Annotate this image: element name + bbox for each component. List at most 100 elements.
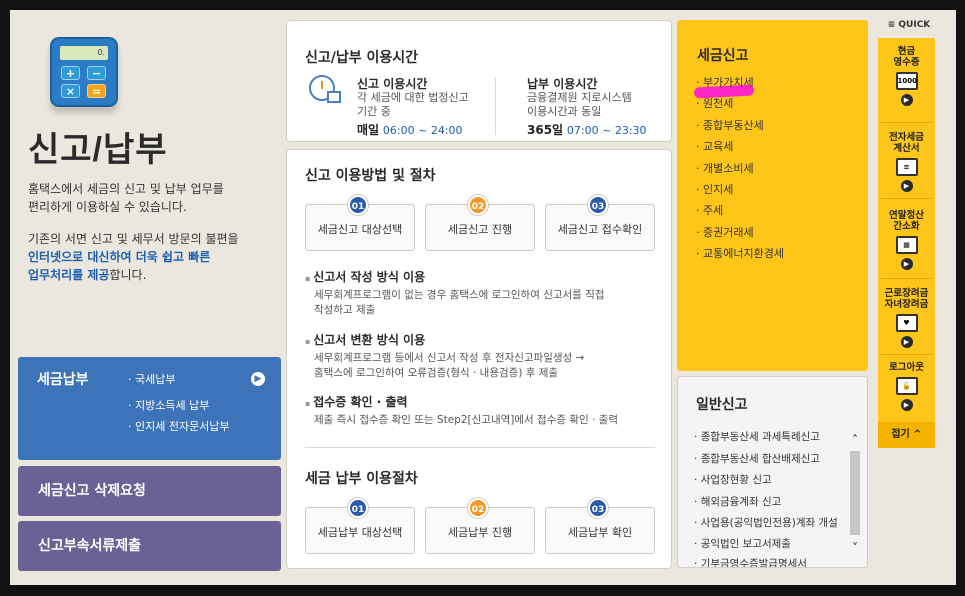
quick-year-end-settlement[interactable]: 연말정산 간소화 ▦ ▶ bbox=[878, 210, 935, 270]
intro-line: 업무처리를 제공합니다. bbox=[28, 266, 278, 284]
general-item[interactable]: 해외금융계좌 신고 bbox=[694, 494, 782, 509]
intro-text: 홈택스에서 세금의 신고 및 납부 업무를 편리하게 이용하실 수 있습니다. bbox=[28, 180, 278, 216]
arrow-right-icon[interactable]: ▶ bbox=[251, 372, 265, 386]
report-procedure-title: 신고 이용방법 및 절차 bbox=[305, 168, 436, 184]
quick-label: 현금 bbox=[897, 46, 916, 57]
scrollbar-thumb[interactable] bbox=[850, 451, 860, 535]
tax-payment-title: 세금납부 bbox=[37, 372, 89, 388]
chevron-down-icon[interactable]: ˅ bbox=[848, 541, 862, 555]
pay-time-hours: 365일 07:00 ~ 23:30 bbox=[527, 121, 647, 138]
quick-collapse-button[interactable]: 접기 ^ bbox=[878, 422, 935, 448]
report-time-line: 기간 중 bbox=[357, 105, 391, 118]
general-item[interactable]: 종합부동산세 과세특례신고 bbox=[694, 429, 820, 444]
intro-highlight: 업무처리를 제공 bbox=[28, 268, 110, 282]
usage-time-title: 신고/납부 이용시간 bbox=[305, 50, 419, 66]
report-time-head: 신고 이용시간 bbox=[357, 77, 428, 91]
quick-label: 영수증 bbox=[893, 57, 920, 68]
intro-line: 기존의 서면 신고 및 세무서 방문의 불편을 bbox=[28, 232, 239, 246]
method-text: 세무회계프로그램이 없는 경우 홈택스에 로그인하여 신고서를 직접 작성하고 … bbox=[314, 288, 654, 318]
scrollbar[interactable]: ˄ ˅ bbox=[848, 433, 862, 559]
divider bbox=[881, 122, 932, 123]
divider bbox=[881, 278, 932, 279]
intro-line: 편리하게 이용하실 수 있습니다. bbox=[28, 200, 187, 214]
arrow-right-icon[interactable]: ▶ bbox=[900, 94, 913, 106]
usage-time-panel: 신고/납부 이용시간 신고 이용시간 각 세금에 대한 법정신고 기간 중 매일… bbox=[286, 20, 672, 142]
method-line: 작성하고 제출 bbox=[314, 304, 376, 316]
pay-procedure-title: 세금 납부 이용절차 bbox=[305, 471, 418, 487]
tax-item-excise[interactable]: 개별소비세 bbox=[696, 160, 754, 176]
quick-label: 간소화 bbox=[893, 221, 920, 232]
general-item[interactable]: 공익법인 보고서제출 bbox=[694, 536, 791, 551]
arrow-right-icon[interactable]: ▶ bbox=[900, 258, 913, 270]
pay-time-line: 이용시간과 동일 bbox=[527, 105, 602, 118]
quick-logout[interactable]: 로그아웃 🔓 ▶ bbox=[878, 362, 935, 411]
step-badge-01: 01 bbox=[348, 195, 368, 215]
delete-request-button[interactable]: 세금신고 삭제요청 bbox=[18, 466, 281, 516]
intro-highlight: 인터넷으로 대신하여 더욱 쉽고 빠른 bbox=[28, 250, 211, 264]
general-item[interactable]: 사업용(공익법인전용)계좌 개설 bbox=[694, 515, 838, 530]
tax-item-education[interactable]: 교육세 bbox=[696, 138, 733, 154]
quick-menu-title: ≡ QUICK bbox=[887, 20, 931, 30]
step-badge-03: 03 bbox=[588, 195, 608, 215]
method-head: 접수증 확인 · 출력 bbox=[305, 393, 407, 410]
method-line: 제출 즉시 접수증 확인 또는 Step2[신고내역]에서 접수증 확인 · 출… bbox=[314, 414, 618, 426]
quick-label: 전자세금 bbox=[889, 132, 924, 143]
calc-display: 0. bbox=[60, 46, 108, 60]
calendar-icon bbox=[327, 91, 341, 103]
quick-menu: 현금 영수증 1000 ▶ 전자세금 계산서 ≡ ▶ 연말정산 간소화 ▦ ▶ … bbox=[878, 38, 935, 448]
quick-earned-income-credit[interactable]: 근로장려금 자녀장려금 ♥ ▶ bbox=[878, 288, 935, 348]
times-key-icon: × bbox=[61, 84, 80, 98]
method-line: 홈택스에 로그인하여 오류검증(형식 · 내용검증) 후 제출 bbox=[314, 367, 559, 379]
general-item[interactable]: 기부금영수증발급명세서 bbox=[694, 556, 807, 567]
calculator-icon: 0. + − × = bbox=[50, 37, 118, 107]
chevron-up-icon[interactable]: ˄ bbox=[848, 433, 862, 447]
tax-report-panel: 세금신고 부가가치세 원천세 종합부동산세 교육세 개별소비세 인지세 주세 증… bbox=[677, 20, 868, 371]
method-text: 세무회계프로그램 등에서 신고서 작성 후 전자신고파일생성 → 홈택스에 로그… bbox=[314, 351, 654, 381]
divider bbox=[305, 447, 655, 448]
arrow-right-icon[interactable]: ▶ bbox=[900, 180, 913, 192]
divider bbox=[881, 354, 932, 355]
general-report-title: 일반신고 bbox=[696, 397, 748, 413]
quick-label: 계산서 bbox=[893, 143, 920, 154]
step-badge-03: 03 bbox=[588, 498, 608, 518]
report-time-hours: 매일 06:00 ~ 24:00 bbox=[357, 121, 463, 138]
general-item[interactable]: 사업장현황 신고 bbox=[694, 472, 772, 487]
invoice-icon: ≡ bbox=[895, 158, 918, 176]
pay-time-head: 납부 이용시간 bbox=[527, 77, 598, 91]
plus-key-icon: + bbox=[61, 66, 80, 80]
local-income-tax-payment-link[interactable]: · 지방소득세 납부 bbox=[128, 397, 209, 413]
arrow-right-icon[interactable]: ▶ bbox=[900, 399, 913, 411]
method-text: 제출 즉시 접수증 확인 또는 Step2[신고내역]에서 접수증 확인 · 출… bbox=[314, 413, 654, 428]
national-tax-payment-link[interactable]: · 국세납부 bbox=[128, 371, 175, 387]
tax-report-title: 세금신고 bbox=[697, 48, 749, 64]
pay-hours: 07:00 ~ 23:30 bbox=[566, 124, 647, 137]
attachment-submit-button[interactable]: 신고부속서류제출 bbox=[18, 521, 281, 571]
quick-cash-receipt[interactable]: 현금 영수증 1000 ▶ bbox=[878, 46, 935, 106]
arrow-right-icon[interactable]: ▶ bbox=[900, 336, 913, 348]
tax-payment-box: 세금납부 · 국세납부 ▶ · 지방소득세 납부 · 인지세 전자문서납부 bbox=[18, 357, 281, 460]
general-item[interactable]: 종합부동산세 합산배제신고 bbox=[694, 451, 820, 466]
tax-item-securities[interactable]: 증권거래세 bbox=[696, 224, 754, 240]
tax-item-withholding[interactable]: 원천세 bbox=[696, 95, 733, 111]
unlock-icon: 🔓 bbox=[895, 377, 918, 395]
pay-time-text: 금융결제원 지로시스템 이용시간과 동일 bbox=[527, 91, 632, 119]
report-time-text: 각 세금에 대한 법정신고 기간 중 bbox=[357, 91, 469, 119]
tax-item-vat[interactable]: 부가가치세 bbox=[696, 74, 754, 90]
method-head: 신고서 작성 방식 이용 bbox=[305, 268, 425, 285]
page-title: 신고/납부 bbox=[28, 131, 168, 169]
pay-time-line: 금융결제원 지로시스템 bbox=[527, 91, 632, 104]
step-badge-02: 02 bbox=[468, 498, 488, 518]
step-badge-01: 01 bbox=[348, 498, 368, 518]
intro-tail: 합니다. bbox=[109, 268, 147, 282]
tax-item-traffic-energy[interactable]: 교통에너지환경세 bbox=[696, 245, 784, 261]
tax-item-liquor[interactable]: 주세 bbox=[696, 202, 723, 218]
quick-e-tax-invoice[interactable]: 전자세금 계산서 ≡ ▶ bbox=[878, 132, 935, 192]
stamp-tax-payment-link[interactable]: · 인지세 전자문서납부 bbox=[128, 418, 230, 434]
pay-day: 365일 bbox=[527, 123, 564, 137]
method-line: 세무회계프로그램이 없는 경우 홈택스에 로그인하여 신고서를 직접 bbox=[314, 289, 605, 301]
procedure-panel: 신고 이용방법 및 절차 세금신고 대상선택 01 세금신고 진행 02 세금신… bbox=[286, 149, 672, 569]
tax-item-stamp[interactable]: 인지세 bbox=[696, 181, 733, 197]
method-head: 신고서 변환 방식 이용 bbox=[305, 331, 425, 348]
tax-item-comprehensive-real-estate[interactable]: 종합부동산세 bbox=[696, 117, 764, 133]
report-day: 매일 bbox=[357, 123, 380, 137]
